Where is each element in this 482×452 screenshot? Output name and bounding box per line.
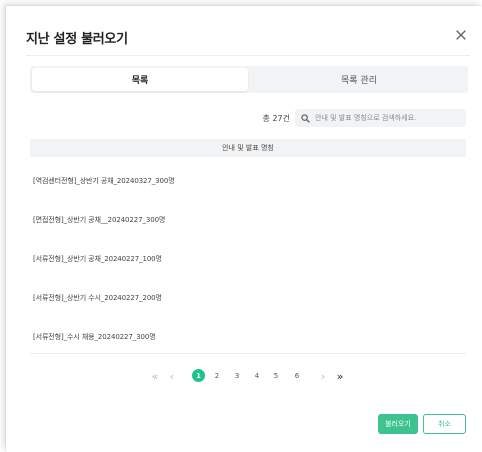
next-page-button[interactable]: ›: [318, 369, 328, 383]
dialog-title: 지난 설정 불러오기: [26, 32, 128, 47]
list-item[interactable]: [역검센터전형]_상반기 공채_20240327_300명: [30, 157, 466, 196]
page-5-button[interactable]: 5: [271, 369, 281, 383]
first-page-button[interactable]: «: [150, 369, 160, 383]
list-item-label: [서류전형]_상반기 수시_20240227_200명: [33, 294, 162, 302]
last-page-button[interactable]: »: [334, 369, 346, 383]
list-divider: [30, 353, 466, 354]
list-item-label: [면접전형]_상반기 공채__20240227_300명: [33, 216, 166, 224]
page-3-button[interactable]: 3: [232, 369, 242, 383]
prev-page-button[interactable]: ‹: [167, 369, 177, 383]
page-2-button[interactable]: 2: [212, 369, 222, 383]
list-item-label: [서류전형]_수시 채용_20240227_300명: [33, 333, 156, 341]
page-1-button[interactable]: 1: [192, 369, 205, 382]
item-list: [역검센터전형]_상반기 공채_20240327_300명 [면접전형]_상반기…: [30, 157, 466, 352]
page-4-button[interactable]: 4: [252, 369, 262, 383]
title-divider: [26, 55, 470, 56]
search-box: [295, 109, 466, 127]
cancel-button[interactable]: 취소: [423, 414, 466, 434]
search-input[interactable]: [315, 114, 465, 122]
total-count: 총 27건: [262, 114, 290, 123]
list-item-label: [서류전형]_상반기 공채_20240227_100명: [33, 255, 162, 263]
list-item[interactable]: [면접전형]_상반기 공채__20240227_300명: [30, 196, 466, 235]
list-item-label: [역검센터전형]_상반기 공채_20240327_300명: [33, 177, 175, 185]
list-item[interactable]: [서류전형]_상반기 수시_20240227_200명: [30, 274, 466, 313]
page-6-button[interactable]: 6: [292, 369, 302, 383]
close-icon[interactable]: [452, 26, 470, 44]
load-button[interactable]: 불러오기: [378, 414, 418, 434]
tab-list[interactable]: 목록: [32, 68, 248, 91]
tab-list-management[interactable]: 목록 관리: [250, 66, 468, 93]
tab-bar: 목록 목록 관리: [30, 66, 468, 93]
search-icon: [301, 113, 310, 123]
pagination: « ‹ 1 2 3 4 5 6 › »: [0, 369, 482, 383]
table-header: 안내 및 발표 명칭: [30, 139, 466, 157]
list-item[interactable]: [서류전형]_수시 채용_20240227_300명: [30, 313, 466, 352]
list-item[interactable]: [서류전형]_상반기 공채_20240227_100명: [30, 235, 466, 274]
